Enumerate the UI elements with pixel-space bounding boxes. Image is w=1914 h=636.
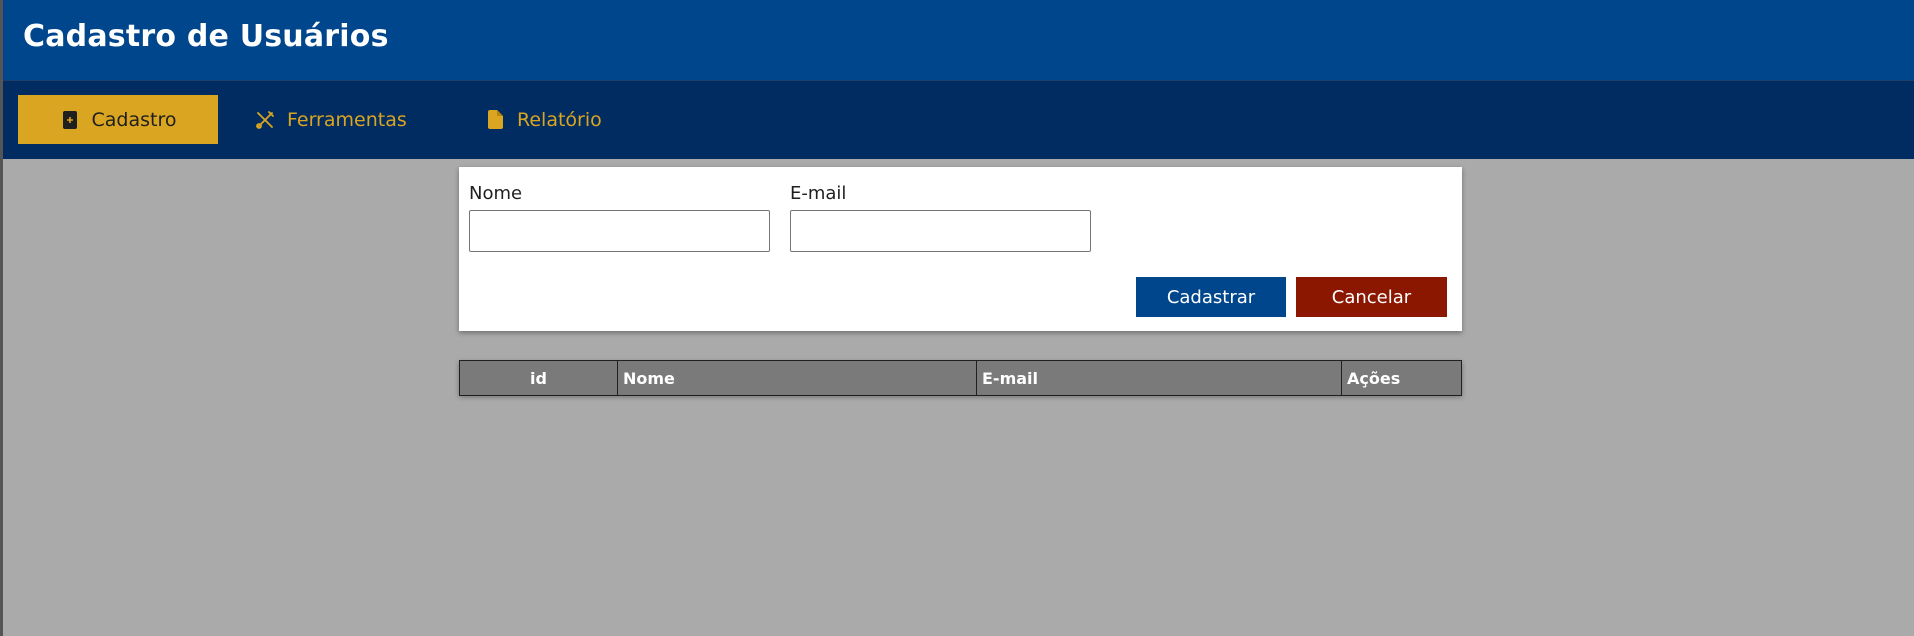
- page-title: Cadastro de Usuários: [23, 19, 389, 54]
- email-label: E-mail: [790, 183, 847, 204]
- nome-input[interactable]: [469, 210, 770, 252]
- nome-label: Nome: [469, 183, 523, 204]
- tools-icon: [255, 110, 275, 130]
- cancelar-button[interactable]: Cancelar: [1296, 277, 1447, 317]
- app-header: Cadastro de Usuários: [3, 0, 1914, 81]
- nav-item-label: Relatório: [517, 108, 602, 131]
- user-form: Nome E-mail Cadastrar Cancelar: [459, 167, 1462, 331]
- users-table: id Nome E-mail Ações: [459, 360, 1462, 396]
- column-header-nome: Nome: [617, 360, 977, 396]
- column-header-email: E-mail: [976, 360, 1342, 396]
- file-plus-icon: [60, 110, 80, 130]
- table-header-row: id Nome E-mail Ações: [459, 360, 1462, 396]
- email-input[interactable]: [790, 210, 1091, 252]
- nav-item-cadastro[interactable]: Cadastro: [18, 95, 218, 144]
- main-nav: Cadastro Ferramentas Relatório: [3, 81, 1914, 159]
- nav-item-ferramentas[interactable]: Ferramentas: [255, 95, 407, 144]
- cadastrar-button[interactable]: Cadastrar: [1136, 277, 1286, 317]
- file-icon: [485, 110, 505, 130]
- column-header-acoes: Ações: [1341, 360, 1462, 396]
- nav-item-relatorio[interactable]: Relatório: [485, 95, 602, 144]
- column-header-id: id: [459, 360, 618, 396]
- nav-item-label: Cadastro: [91, 108, 177, 131]
- nav-item-label: Ferramentas: [287, 108, 407, 131]
